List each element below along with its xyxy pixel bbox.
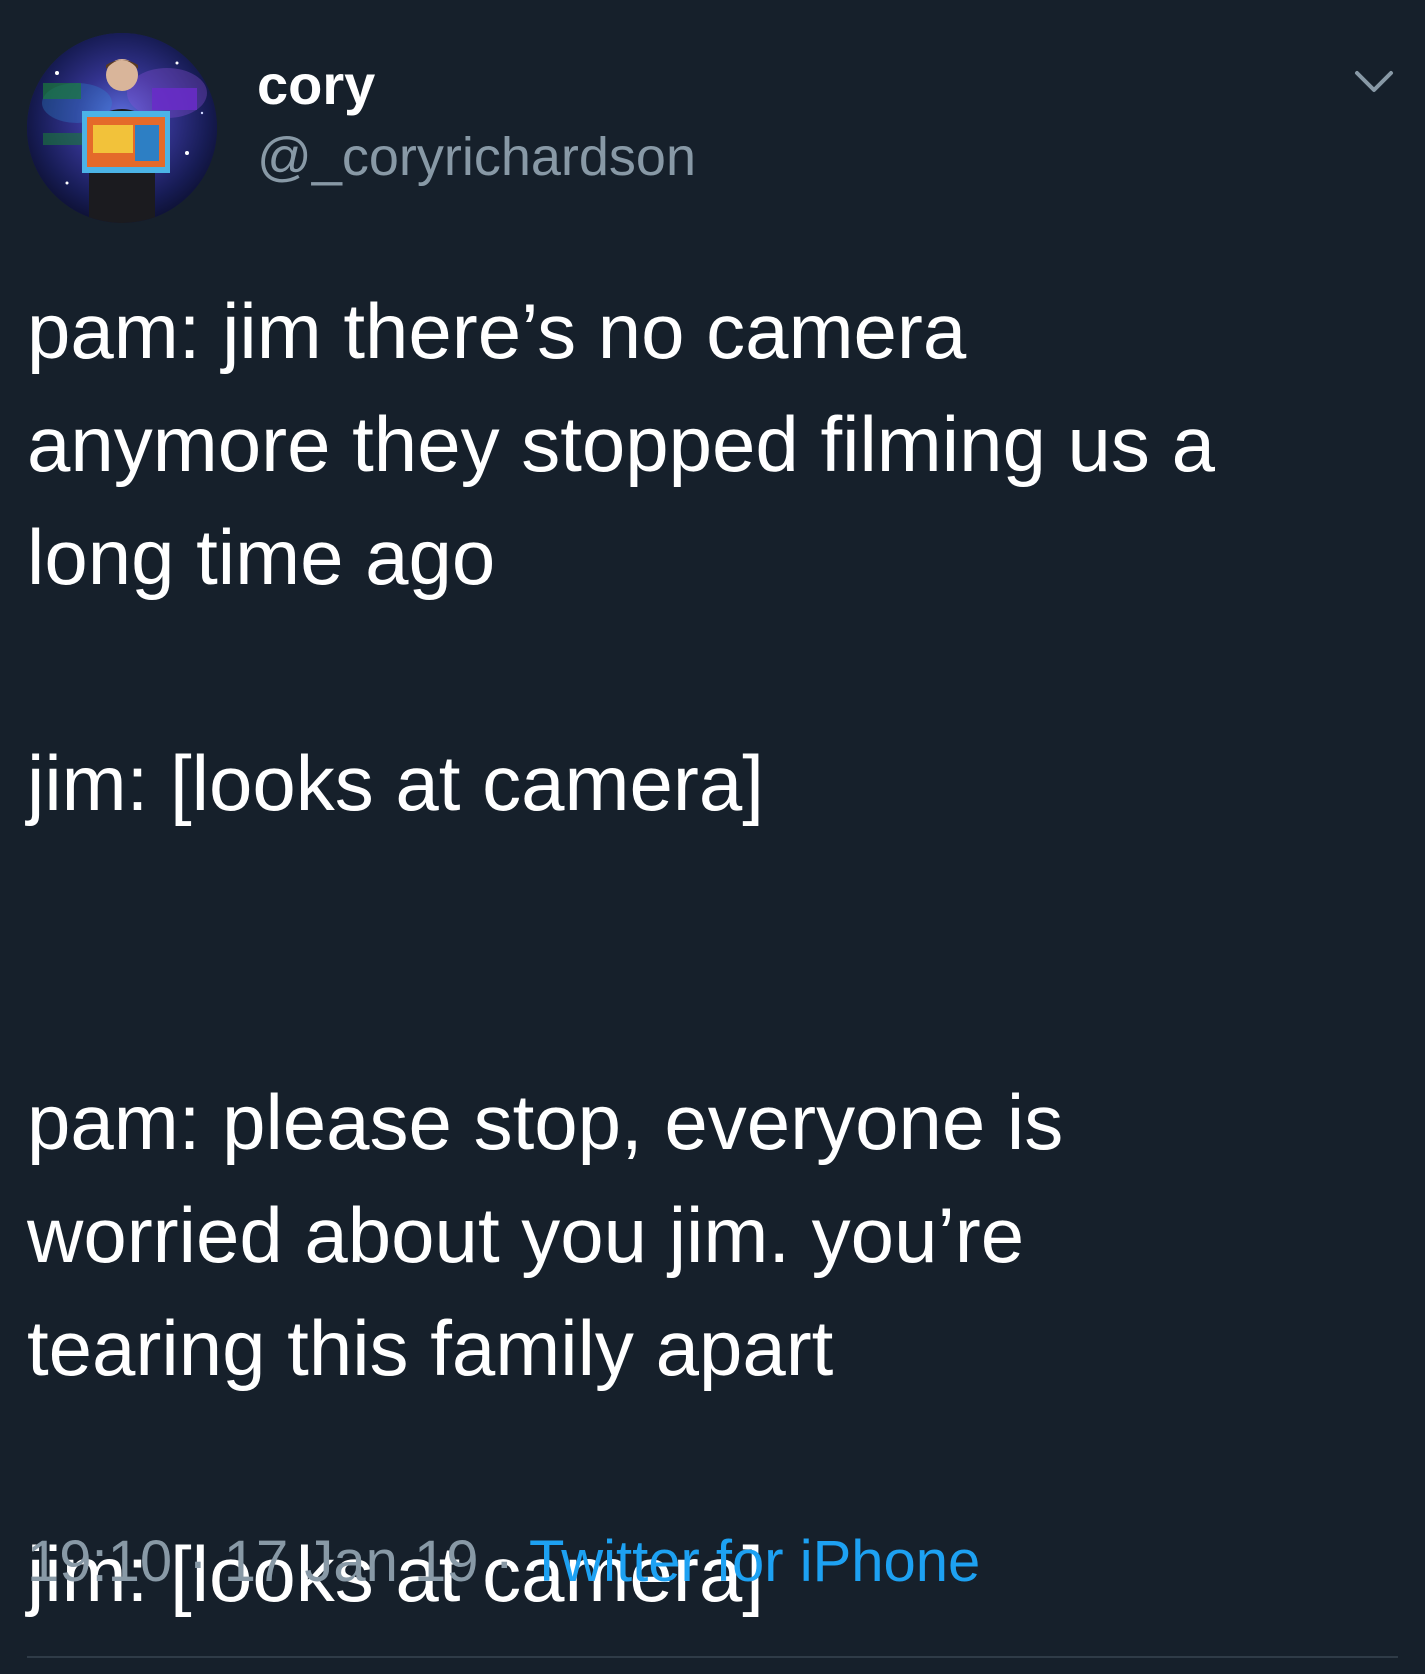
- tweet-line: tearing this family apart: [27, 1304, 834, 1392]
- meta-separator: ·: [172, 1529, 224, 1594]
- tweet-line: worried about you jim. you’re: [27, 1191, 1025, 1279]
- tweet-meta: 19:10 · 17 Jan 19 · Twitter for iPhone: [27, 1527, 980, 1597]
- avatar[interactable]: [27, 33, 217, 223]
- divider: [27, 1656, 1398, 1658]
- author-names[interactable]: cory @_coryrichardson: [257, 53, 696, 189]
- user-handle[interactable]: @_coryrichardson: [257, 125, 696, 189]
- tweet-date[interactable]: 17 Jan 19: [224, 1529, 479, 1594]
- tweet-line: anymore they stopped filming us a: [27, 400, 1215, 488]
- tweet-source-link[interactable]: Twitter for iPhone: [529, 1529, 980, 1594]
- tweet-line: pam: jim there’s no camera: [27, 287, 967, 375]
- avatar-image: [27, 33, 217, 223]
- tweet-text: pam: jim there’s no camera anymore they …: [27, 275, 1399, 1631]
- meta-separator: ·: [478, 1529, 529, 1594]
- tweet-time[interactable]: 19:10: [27, 1529, 172, 1594]
- tweet-line: jim: [looks at camera]: [27, 739, 764, 827]
- tweet-header: cory @_coryrichardson: [27, 33, 1399, 223]
- tweet-line: long time ago: [27, 513, 496, 601]
- chevron-down-icon[interactable]: [1349, 63, 1399, 103]
- display-name[interactable]: cory: [257, 53, 696, 117]
- tweet-line: pam: please stop, everyone is: [27, 1078, 1064, 1166]
